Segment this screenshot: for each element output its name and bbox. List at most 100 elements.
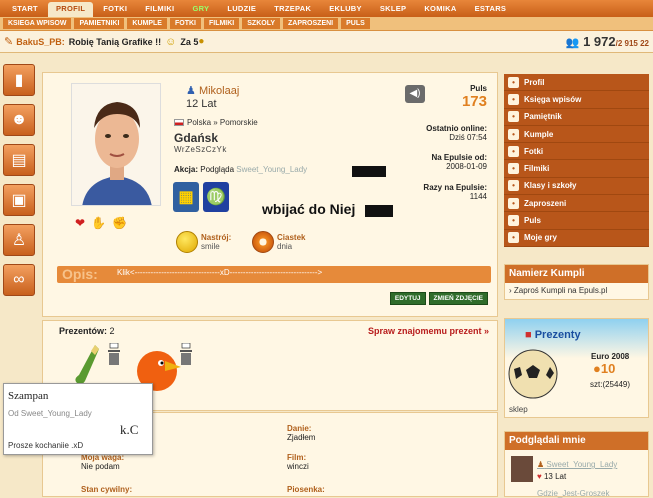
status-zalicz: Za 5 xyxy=(180,36,199,47)
visitors-title: Podglądali mnie xyxy=(505,432,648,450)
gift-price: ●10 xyxy=(593,361,615,376)
subnav-puls[interactable]: PULS xyxy=(341,18,370,29)
total-count: /2 915 22 xyxy=(615,39,649,48)
change-photo-button[interactable]: ZMIEŃ ZDJĘCIE xyxy=(428,292,488,305)
visitor-avatar[interactable] xyxy=(511,456,533,482)
name-text: Mikolaaj xyxy=(198,85,240,97)
waga-field: Moja waga: Nie podam xyxy=(81,453,124,471)
coin-icon: ● xyxy=(198,36,205,47)
nav-trzepak[interactable]: TRZEPAK xyxy=(266,2,319,15)
trash-icon[interactable] xyxy=(107,343,121,367)
left-tool-5[interactable]: ♙ xyxy=(3,224,35,256)
champagne-icon[interactable] xyxy=(73,343,103,387)
subnav-ksiega[interactable]: KSIEGA WPISOW xyxy=(3,18,72,29)
left-tool-6[interactable]: ∞ xyxy=(3,264,35,296)
rightnav-item-0[interactable]: • Profil xyxy=(504,74,649,92)
rightnav-item-8[interactable]: • Puls xyxy=(504,212,649,230)
nav-start[interactable]: START xyxy=(4,2,46,15)
profile-action: Akcja: Podgląda Sweet_Young_Lady xyxy=(174,165,307,174)
nav-estars[interactable]: ESTARS xyxy=(467,2,515,15)
zodiac-badge-icon[interactable]: ♍ xyxy=(203,182,229,212)
nav-filmiki[interactable]: FILMIKI xyxy=(137,2,182,15)
shop-link[interactable]: sklep xyxy=(509,405,528,414)
rightnav-label: Moje gry xyxy=(524,233,557,243)
subnav-pamietniki[interactable]: PAMIETNIKI xyxy=(74,18,125,29)
rightnav-item-6[interactable]: • Klasy i szkoły xyxy=(504,178,649,196)
edit-button[interactable]: EDYTUJ xyxy=(389,292,426,305)
nav-gry[interactable]: GRY xyxy=(184,2,217,15)
nav-sklep[interactable]: SKLEP xyxy=(372,2,415,15)
left-tool-3[interactable]: ▤ xyxy=(3,144,35,176)
invite-icon: • xyxy=(508,197,519,209)
speaker-icon[interactable]: ◀) xyxy=(405,85,425,103)
rightnav-item-1[interactable]: • Księga wpisów xyxy=(504,91,649,109)
opis-text: Klik<--------------------------------xD-… xyxy=(117,268,323,277)
send-gift-link[interactable]: Spraw znajomemu prezent » xyxy=(368,326,489,336)
akcja-user-link[interactable]: Sweet_Young_Lady xyxy=(236,165,307,174)
photo-icon: • xyxy=(508,145,519,157)
invite-link-text: Zaproś Kumpli na Epuls.pl xyxy=(513,286,608,295)
kiss-icon[interactable]: ❤ xyxy=(75,216,85,230)
subnav-zaproszeni[interactable]: ZAPROSZENI xyxy=(283,18,339,29)
subnav-szkoly[interactable]: SZKOLY xyxy=(242,18,280,29)
profile-photo[interactable] xyxy=(71,83,161,206)
tooltip-message: Prosze kochaniie .xD xyxy=(8,441,84,450)
status-bar: ✎ BakuS_PB: Robię Tanią Grafike !! ☺ Za … xyxy=(0,31,653,53)
danie-value: Zjadłem xyxy=(287,433,316,442)
football-icon[interactable] xyxy=(508,349,558,399)
badges: ▦ ♍ xyxy=(173,182,229,212)
nav-fotki[interactable]: FOTKI xyxy=(95,2,135,15)
gift-tooltip: Szampan Od Sweet_Young_Lady k.C Prosze k… xyxy=(3,383,153,455)
visitor-link-1[interactable]: ♟ Sweet_Young_Lady xyxy=(537,460,617,469)
rightnav-item-4[interactable]: • Fotki xyxy=(504,143,649,161)
nav-profil[interactable]: PROFIL xyxy=(47,2,94,17)
nav-komika[interactable]: KOMIKA xyxy=(416,2,464,15)
cookie: Ciastek dnia xyxy=(252,231,305,253)
times-label: Razy na Epulsie: xyxy=(423,183,487,192)
visits-count: Razy na Epulsie: 1144 xyxy=(423,183,487,201)
rightnav-item-2[interactable]: • Pamiętnik xyxy=(504,109,649,126)
akcja-label: Akcja: xyxy=(174,165,199,174)
sub-navigation: KSIEGA WPISOW PAMIETNIKI KUMPLE FOTKI FI… xyxy=(0,17,653,31)
gadget-badge-icon[interactable]: ▦ xyxy=(173,182,199,212)
tooltip-kc: k.C xyxy=(120,422,139,437)
opis-label: Opis: xyxy=(62,266,98,282)
rightnav-label: Kumple xyxy=(524,129,554,139)
puls-value: 173 xyxy=(461,93,487,110)
status-nick[interactable]: BakuS_PB: xyxy=(16,37,65,47)
gift-stock: szt:(25449) xyxy=(590,380,631,389)
left-tool-4[interactable]: ▣ xyxy=(3,184,35,216)
nav-ludzie[interactable]: LUDZIE xyxy=(219,2,264,15)
subnav-fotki[interactable]: FOTKI xyxy=(169,18,201,29)
rightnav-label: Puls xyxy=(524,216,541,226)
trash-icon-2[interactable] xyxy=(179,343,193,367)
rightnav-item-9[interactable]: • Moje gry xyxy=(504,230,649,247)
person-icon: ♟ xyxy=(537,460,545,469)
stan-label: Stan cywilny: xyxy=(81,485,133,494)
person-icon: ♙ xyxy=(11,232,27,249)
slap-icon[interactable]: ✊ xyxy=(112,216,127,230)
nav-ekluby[interactable]: EKLUBY xyxy=(321,2,370,15)
piosenka-label: Piosenka: xyxy=(287,485,325,494)
puls-score: Puls 173 xyxy=(462,84,487,110)
last-online: Ostatnio online: Dziś 07:54 xyxy=(426,124,487,142)
hand-icon[interactable]: ✋ xyxy=(91,216,106,230)
piosenka-field: Piosenka: xyxy=(287,485,325,494)
left-tool-1[interactable]: ▮ xyxy=(3,64,35,96)
subnav-filmiki[interactable]: FILMIKI xyxy=(203,18,240,29)
rightnav-item-7[interactable]: • Zaproszeni xyxy=(504,195,649,213)
member-since: Na Epulsie od: 2008-01-09 xyxy=(431,153,487,171)
profile-location: Polska » Pomorskie xyxy=(174,118,258,127)
visitor-age-1: ♥ 13 Lat xyxy=(537,472,566,481)
top-navigation: START PROFIL FOTKI FILMIKI GRY LUDZIE TR… xyxy=(0,0,653,17)
subnav-kumple[interactable]: KUMPLE xyxy=(127,18,167,29)
invite-friends-link[interactable]: › Zaproś Kumpli na Epuls.pl xyxy=(505,283,648,298)
left-tool-2[interactable]: ☻ xyxy=(3,104,35,136)
rightnav-label: Pamiętnik xyxy=(524,112,562,122)
mood-label: Nastrój: xyxy=(201,233,232,242)
picture-icon: ▣ xyxy=(11,192,27,209)
rightnav-item-5[interactable]: • Filmiki xyxy=(504,160,649,178)
left-toolbar: ▮ ☻ ▤ ▣ ♙ ∞ xyxy=(3,64,37,304)
rightnav-item-3[interactable]: • Kumple xyxy=(504,126,649,144)
gifts-shop-box: ■ Prezenty Euro 2008 ●10 szt:(25449) skl… xyxy=(504,318,649,418)
